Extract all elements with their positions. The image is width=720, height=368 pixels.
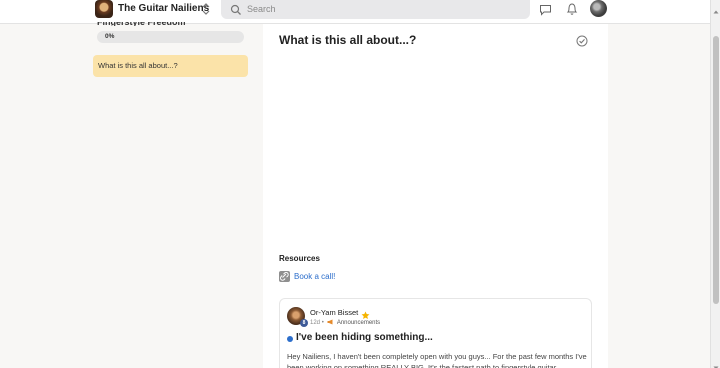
resources-heading: Resources [279, 254, 320, 263]
unread-dot [287, 336, 293, 342]
group-switcher-icon[interactable] [200, 1, 212, 17]
scroll-down-arrow-icon[interactable] [713, 358, 719, 368]
lesson-item-active[interactable]: What is this all about...? [93, 55, 248, 77]
group-name[interactable]: The Guitar Nailiens [118, 3, 209, 14]
bell-icon[interactable] [566, 2, 578, 16]
top-bar: The Guitar Nailiens [0, 0, 710, 24]
page-scrollbar[interactable] [710, 0, 720, 368]
course-progress-bar: 0% [97, 31, 244, 43]
scroll-up-arrow-icon[interactable] [713, 2, 719, 14]
post-time: 12d [310, 320, 321, 326]
search-input[interactable] [247, 2, 517, 16]
megaphone-icon [327, 319, 334, 325]
post-title[interactable]: I've been hiding something... [296, 332, 433, 343]
post-author-name[interactable]: Or-Yam Bisset [310, 308, 358, 317]
user-avatar[interactable] [590, 0, 607, 17]
post-card[interactable]: 8 Or-Yam Bisset 12d • Announcements I've… [279, 298, 592, 368]
search-bar[interactable] [221, 0, 530, 19]
meta-separator: • [321, 320, 324, 326]
star-icon [361, 307, 370, 320]
lesson-item-label: What is this all about...? [98, 61, 178, 70]
lesson-title: What is this all about...? [279, 33, 417, 47]
course-title: Fingerstyle Freedom [97, 22, 186, 26]
resource-link-label: Book a call! [294, 272, 336, 281]
chat-icon[interactable] [539, 3, 552, 16]
scrollbar-thumb[interactable] [713, 36, 719, 304]
author-level-badge: 8 [300, 319, 308, 327]
search-icon [230, 3, 242, 15]
post-excerpt: Hey Nailiens, I haven't been completely … [287, 352, 587, 368]
link-icon [279, 271, 290, 282]
post-meta: 12d • Announcements [310, 319, 380, 326]
mark-complete-icon[interactable] [576, 34, 588, 47]
post-category[interactable]: Announcements [337, 320, 380, 326]
group-logo[interactable] [95, 0, 113, 18]
lesson-content: What is this all about...? Resources Boo… [263, 24, 608, 368]
progress-label: 0% [105, 33, 115, 40]
